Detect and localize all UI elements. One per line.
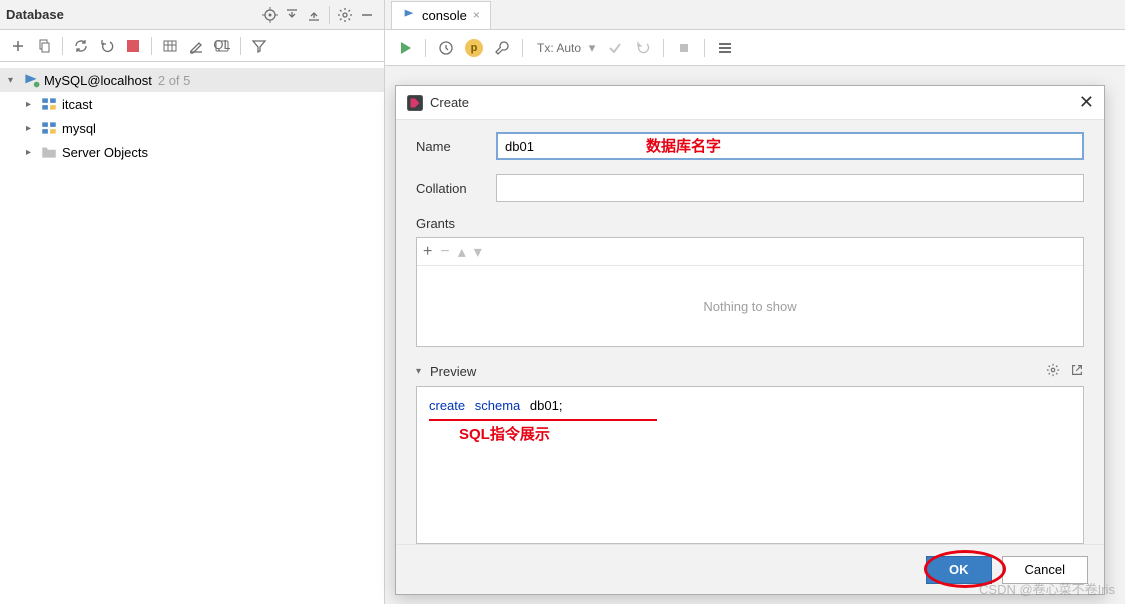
dialog-body: Name 数据库名字 Collation Grants + − ▴ ▾ Noth… bbox=[396, 120, 1104, 544]
sql-identifier: db01 bbox=[530, 398, 559, 413]
tree-item-server-objects[interactable]: ▸ Server Objects bbox=[0, 140, 384, 164]
target-icon[interactable] bbox=[259, 4, 281, 26]
tree-node-label: Server Objects bbox=[62, 145, 148, 160]
grants-empty-text: Nothing to show bbox=[417, 266, 1083, 346]
chevron-down-icon[interactable]: ▾ bbox=[8, 75, 22, 86]
close-icon[interactable]: × bbox=[473, 8, 480, 22]
copy-icon[interactable] bbox=[32, 34, 56, 58]
filter-icon[interactable] bbox=[247, 34, 271, 58]
name-label: Name bbox=[416, 139, 496, 154]
collation-label: Collation bbox=[416, 181, 496, 196]
chevron-right-icon[interactable]: ▸ bbox=[26, 99, 40, 110]
collapse-up-icon[interactable] bbox=[303, 4, 325, 26]
sql-console-icon[interactable]: QL bbox=[210, 34, 234, 58]
separator bbox=[329, 6, 330, 24]
tree-item-mysql[interactable]: ▸ mysql bbox=[0, 116, 384, 140]
folder-icon bbox=[40, 143, 58, 161]
app-icon bbox=[406, 94, 424, 112]
tree-node-meta: 2 of 5 bbox=[158, 73, 191, 88]
chevron-right-icon[interactable]: ▸ bbox=[26, 123, 40, 134]
separator bbox=[704, 39, 705, 57]
database-tree: ▾ MySQL@localhost 2 of 5 ▸ itcast ▸ mysq… bbox=[0, 62, 384, 170]
close-icon[interactable]: ✕ bbox=[1079, 92, 1094, 113]
run-icon[interactable] bbox=[393, 36, 417, 60]
refresh-icon[interactable] bbox=[69, 34, 93, 58]
sql-keyword: schema bbox=[475, 398, 521, 413]
sql-tail: ; bbox=[559, 398, 563, 413]
console-toolbar: p Tx: Auto ▾ bbox=[385, 30, 1125, 66]
tree-node-label: itcast bbox=[62, 97, 92, 112]
panel-header: Database bbox=[0, 0, 384, 30]
svg-text:QL: QL bbox=[214, 38, 230, 52]
grants-toolbar: + − ▴ ▾ bbox=[417, 238, 1083, 266]
separator bbox=[240, 37, 241, 55]
stop-icon[interactable] bbox=[672, 36, 696, 60]
preview-label: Preview bbox=[430, 364, 1046, 379]
add-icon[interactable]: + bbox=[423, 243, 432, 261]
tab-bar: console × bbox=[385, 0, 1125, 30]
p-badge-icon[interactable]: p bbox=[462, 36, 486, 60]
datasource-icon bbox=[22, 71, 40, 89]
separator bbox=[663, 39, 664, 57]
separator bbox=[151, 37, 152, 55]
separator bbox=[522, 39, 523, 57]
down-icon[interactable]: ▾ bbox=[474, 242, 482, 262]
add-icon[interactable] bbox=[6, 34, 30, 58]
up-icon[interactable]: ▴ bbox=[458, 242, 466, 262]
view-icon[interactable] bbox=[713, 36, 737, 60]
chevron-down-icon[interactable]: ▾ bbox=[585, 36, 599, 60]
sql-preview: create schema db01; SQL指令展示 bbox=[416, 386, 1084, 544]
table-icon[interactable] bbox=[158, 34, 182, 58]
panel-title: Database bbox=[6, 7, 259, 22]
dialog-titlebar: Create ✕ bbox=[396, 86, 1104, 120]
separator bbox=[62, 37, 63, 55]
schema-icon bbox=[40, 95, 58, 113]
separator bbox=[425, 39, 426, 57]
database-panel: Database QL ▾ MySQL@localhost 2 of 5 ▸ i bbox=[0, 0, 385, 604]
tree-item-itcast[interactable]: ▸ itcast bbox=[0, 92, 384, 116]
ok-button[interactable]: OK bbox=[926, 556, 992, 584]
collation-input[interactable] bbox=[496, 174, 1084, 202]
dialog-title: Create bbox=[430, 95, 1079, 110]
tx-mode-label[interactable]: Tx: Auto bbox=[537, 41, 581, 55]
create-dialog: Create ✕ Name 数据库名字 Collation Grants + −… bbox=[395, 85, 1105, 595]
annotation-underline bbox=[429, 419, 657, 421]
panel-toolbar: QL bbox=[0, 30, 384, 62]
rollback-icon[interactable] bbox=[631, 36, 655, 60]
preview-header: ▾ Preview bbox=[416, 363, 1084, 380]
chevron-right-icon[interactable]: ▸ bbox=[26, 147, 40, 158]
tree-node-label: MySQL@localhost bbox=[44, 73, 152, 88]
dialog-footer: OK Cancel bbox=[396, 544, 1104, 594]
open-external-icon[interactable] bbox=[1070, 363, 1084, 380]
cancel-button[interactable]: Cancel bbox=[1002, 556, 1088, 584]
gear-icon[interactable] bbox=[1046, 363, 1060, 380]
schema-icon bbox=[40, 119, 58, 137]
name-input[interactable] bbox=[496, 132, 1084, 160]
rollback-icon[interactable] bbox=[95, 34, 119, 58]
history-icon[interactable] bbox=[434, 36, 458, 60]
stop-icon[interactable] bbox=[121, 34, 145, 58]
name-row: Name 数据库名字 bbox=[416, 132, 1084, 160]
minimize-icon[interactable] bbox=[356, 4, 378, 26]
commit-icon[interactable] bbox=[603, 36, 627, 60]
edit-icon[interactable] bbox=[184, 34, 208, 58]
tree-root[interactable]: ▾ MySQL@localhost 2 of 5 bbox=[0, 68, 384, 92]
console-icon bbox=[402, 7, 416, 24]
grants-box: + − ▴ ▾ Nothing to show bbox=[416, 237, 1084, 347]
collation-row: Collation bbox=[416, 174, 1084, 202]
remove-icon[interactable]: − bbox=[440, 243, 449, 261]
tab-label: console bbox=[422, 8, 467, 23]
sql-keyword: create bbox=[429, 398, 465, 413]
annotation-sql: SQL指令展示 bbox=[459, 423, 550, 444]
tree-node-label: mysql bbox=[62, 121, 96, 136]
collapse-down-icon[interactable] bbox=[281, 4, 303, 26]
chevron-down-icon[interactable]: ▾ bbox=[416, 366, 430, 377]
tab-console[interactable]: console × bbox=[391, 1, 491, 29]
gear-icon[interactable] bbox=[334, 4, 356, 26]
grants-label: Grants bbox=[416, 216, 1084, 231]
wrench-icon[interactable] bbox=[490, 36, 514, 60]
